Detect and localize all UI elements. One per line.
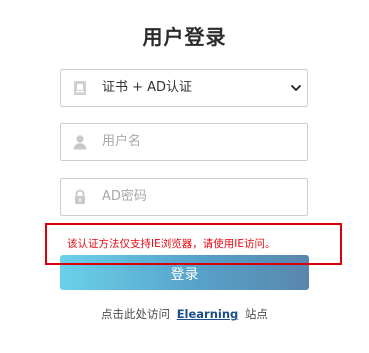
footer-prefix: 点击此处访问	[101, 307, 171, 321]
login-button-label: 登录	[170, 267, 199, 283]
auth-method-value: 证书 + AD认证	[102, 80, 193, 95]
password-input[interactable]: AD密码	[60, 178, 308, 216]
page-title: 用户登录	[142, 25, 227, 49]
id-card-icon	[74, 81, 86, 95]
lock-icon	[75, 189, 85, 204]
username-placeholder: 用户名	[102, 134, 142, 149]
chevron-down-icon[interactable]	[291, 83, 301, 93]
username-input[interactable]: 用户名	[60, 123, 308, 161]
elearning-link[interactable]: Elearning	[177, 307, 239, 321]
ie-warning-box: 该认证方法仅支持IE浏览器，请使用IE访问。	[45, 223, 342, 265]
user-icon	[73, 135, 87, 150]
ie-warning-text: 该认证方法仅支持IE浏览器，请使用IE访问。	[67, 238, 276, 250]
footer-suffix: 站点	[244, 307, 268, 321]
password-placeholder: AD密码	[102, 189, 147, 204]
auth-method-select[interactable]: 证书 + AD认证	[60, 69, 308, 107]
footer: 点击此处访问 Elearning 站点	[0, 306, 369, 322]
